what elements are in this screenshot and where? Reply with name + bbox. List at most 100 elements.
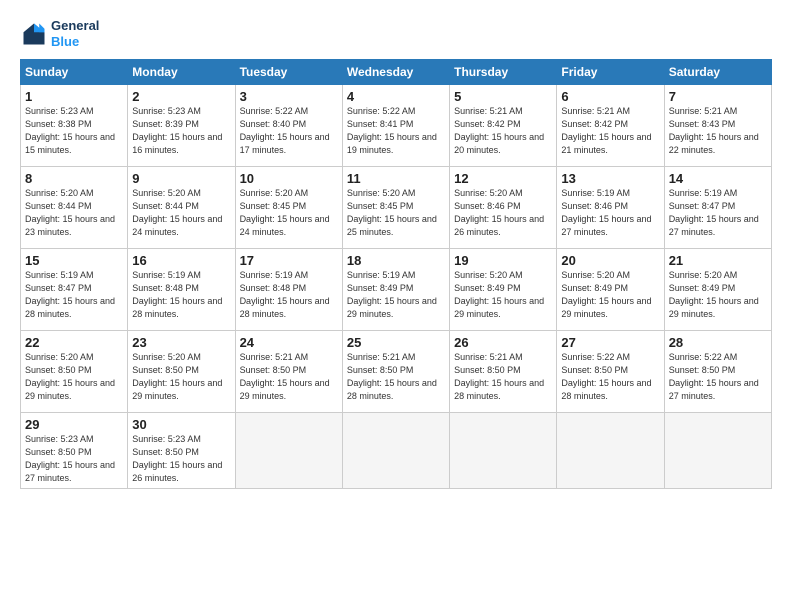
calendar-cell [450,413,557,489]
weekday-header-friday: Friday [557,60,664,85]
calendar-cell: 20Sunrise: 5:20 AMSunset: 8:49 PMDayligh… [557,249,664,331]
day-number: 11 [347,171,445,186]
calendar-cell [235,413,342,489]
day-number: 27 [561,335,659,350]
calendar-cell: 7Sunrise: 5:21 AMSunset: 8:43 PMDaylight… [664,85,771,167]
calendar-week-row: 15Sunrise: 5:19 AMSunset: 8:47 PMDayligh… [21,249,772,331]
day-number: 1 [25,89,123,104]
calendar-page: General Blue SundayMondayTuesdayWednesda… [0,0,792,612]
day-info: Sunrise: 5:21 AMSunset: 8:42 PMDaylight:… [454,105,552,157]
day-number: 24 [240,335,338,350]
calendar-cell [342,413,449,489]
day-info: Sunrise: 5:21 AMSunset: 8:50 PMDaylight:… [454,351,552,403]
calendar-cell: 12Sunrise: 5:20 AMSunset: 8:46 PMDayligh… [450,167,557,249]
day-info: Sunrise: 5:20 AMSunset: 8:45 PMDaylight:… [347,187,445,239]
calendar-cell: 5Sunrise: 5:21 AMSunset: 8:42 PMDaylight… [450,85,557,167]
day-number: 15 [25,253,123,268]
calendar-cell: 30Sunrise: 5:23 AMSunset: 8:50 PMDayligh… [128,413,235,489]
day-number: 17 [240,253,338,268]
day-number: 19 [454,253,552,268]
weekday-header-thursday: Thursday [450,60,557,85]
calendar-cell: 18Sunrise: 5:19 AMSunset: 8:49 PMDayligh… [342,249,449,331]
calendar-cell: 26Sunrise: 5:21 AMSunset: 8:50 PMDayligh… [450,331,557,413]
weekday-header-monday: Monday [128,60,235,85]
day-info: Sunrise: 5:23 AMSunset: 8:50 PMDaylight:… [132,433,230,485]
day-info: Sunrise: 5:19 AMSunset: 8:49 PMDaylight:… [347,269,445,321]
calendar-cell: 25Sunrise: 5:21 AMSunset: 8:50 PMDayligh… [342,331,449,413]
day-number: 3 [240,89,338,104]
day-number: 18 [347,253,445,268]
day-info: Sunrise: 5:23 AMSunset: 8:50 PMDaylight:… [25,433,123,485]
day-info: Sunrise: 5:20 AMSunset: 8:44 PMDaylight:… [132,187,230,239]
day-number: 20 [561,253,659,268]
day-info: Sunrise: 5:20 AMSunset: 8:46 PMDaylight:… [454,187,552,239]
day-number: 23 [132,335,230,350]
day-info: Sunrise: 5:20 AMSunset: 8:49 PMDaylight:… [454,269,552,321]
calendar-cell: 27Sunrise: 5:22 AMSunset: 8:50 PMDayligh… [557,331,664,413]
calendar-cell: 21Sunrise: 5:20 AMSunset: 8:49 PMDayligh… [664,249,771,331]
calendar-cell: 16Sunrise: 5:19 AMSunset: 8:48 PMDayligh… [128,249,235,331]
day-number: 7 [669,89,767,104]
calendar-cell: 15Sunrise: 5:19 AMSunset: 8:47 PMDayligh… [21,249,128,331]
day-number: 5 [454,89,552,104]
calendar-cell: 23Sunrise: 5:20 AMSunset: 8:50 PMDayligh… [128,331,235,413]
day-info: Sunrise: 5:19 AMSunset: 8:47 PMDaylight:… [669,187,767,239]
logo: General Blue [20,18,99,49]
day-info: Sunrise: 5:20 AMSunset: 8:49 PMDaylight:… [561,269,659,321]
weekday-header-sunday: Sunday [21,60,128,85]
calendar-cell: 13Sunrise: 5:19 AMSunset: 8:46 PMDayligh… [557,167,664,249]
day-number: 26 [454,335,552,350]
day-number: 25 [347,335,445,350]
logo-icon [20,20,48,48]
day-number: 14 [669,171,767,186]
calendar-cell: 8Sunrise: 5:20 AMSunset: 8:44 PMDaylight… [21,167,128,249]
day-info: Sunrise: 5:21 AMSunset: 8:42 PMDaylight:… [561,105,659,157]
day-number: 10 [240,171,338,186]
day-info: Sunrise: 5:23 AMSunset: 8:38 PMDaylight:… [25,105,123,157]
calendar-cell: 19Sunrise: 5:20 AMSunset: 8:49 PMDayligh… [450,249,557,331]
header: General Blue [20,18,772,49]
day-number: 12 [454,171,552,186]
day-info: Sunrise: 5:19 AMSunset: 8:46 PMDaylight:… [561,187,659,239]
day-info: Sunrise: 5:20 AMSunset: 8:50 PMDaylight:… [25,351,123,403]
calendar-table: SundayMondayTuesdayWednesdayThursdayFrid… [20,59,772,489]
calendar-cell: 9Sunrise: 5:20 AMSunset: 8:44 PMDaylight… [128,167,235,249]
day-info: Sunrise: 5:23 AMSunset: 8:39 PMDaylight:… [132,105,230,157]
day-number: 22 [25,335,123,350]
day-number: 8 [25,171,123,186]
calendar-cell: 1Sunrise: 5:23 AMSunset: 8:38 PMDaylight… [21,85,128,167]
day-info: Sunrise: 5:22 AMSunset: 8:41 PMDaylight:… [347,105,445,157]
calendar-cell: 22Sunrise: 5:20 AMSunset: 8:50 PMDayligh… [21,331,128,413]
calendar-cell: 2Sunrise: 5:23 AMSunset: 8:39 PMDaylight… [128,85,235,167]
calendar-cell: 14Sunrise: 5:19 AMSunset: 8:47 PMDayligh… [664,167,771,249]
calendar-cell: 10Sunrise: 5:20 AMSunset: 8:45 PMDayligh… [235,167,342,249]
day-info: Sunrise: 5:20 AMSunset: 8:50 PMDaylight:… [132,351,230,403]
day-number: 29 [25,417,123,432]
calendar-week-row: 29Sunrise: 5:23 AMSunset: 8:50 PMDayligh… [21,413,772,489]
calendar-cell: 6Sunrise: 5:21 AMSunset: 8:42 PMDaylight… [557,85,664,167]
day-info: Sunrise: 5:22 AMSunset: 8:50 PMDaylight:… [669,351,767,403]
day-info: Sunrise: 5:21 AMSunset: 8:43 PMDaylight:… [669,105,767,157]
calendar-cell: 29Sunrise: 5:23 AMSunset: 8:50 PMDayligh… [21,413,128,489]
day-info: Sunrise: 5:22 AMSunset: 8:50 PMDaylight:… [561,351,659,403]
calendar-cell [557,413,664,489]
day-number: 28 [669,335,767,350]
day-info: Sunrise: 5:21 AMSunset: 8:50 PMDaylight:… [240,351,338,403]
day-info: Sunrise: 5:21 AMSunset: 8:50 PMDaylight:… [347,351,445,403]
day-info: Sunrise: 5:22 AMSunset: 8:40 PMDaylight:… [240,105,338,157]
calendar-cell [664,413,771,489]
day-number: 21 [669,253,767,268]
calendar-cell: 3Sunrise: 5:22 AMSunset: 8:40 PMDaylight… [235,85,342,167]
calendar-week-row: 22Sunrise: 5:20 AMSunset: 8:50 PMDayligh… [21,331,772,413]
logo-text: General Blue [51,18,99,49]
day-info: Sunrise: 5:19 AMSunset: 8:48 PMDaylight:… [132,269,230,321]
calendar-cell: 11Sunrise: 5:20 AMSunset: 8:45 PMDayligh… [342,167,449,249]
day-number: 4 [347,89,445,104]
calendar-cell: 28Sunrise: 5:22 AMSunset: 8:50 PMDayligh… [664,331,771,413]
day-number: 9 [132,171,230,186]
calendar-cell: 24Sunrise: 5:21 AMSunset: 8:50 PMDayligh… [235,331,342,413]
calendar-cell: 17Sunrise: 5:19 AMSunset: 8:48 PMDayligh… [235,249,342,331]
day-number: 16 [132,253,230,268]
calendar-cell: 4Sunrise: 5:22 AMSunset: 8:41 PMDaylight… [342,85,449,167]
weekday-header-saturday: Saturday [664,60,771,85]
